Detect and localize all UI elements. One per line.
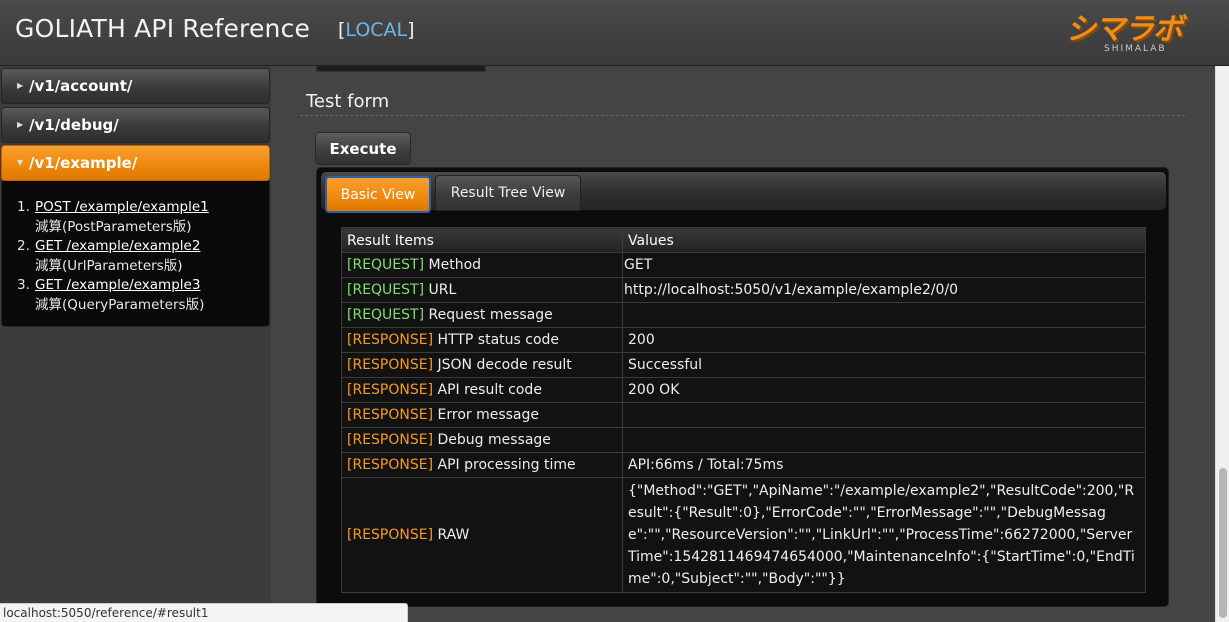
result-value xyxy=(622,302,1146,328)
scrollbar-thumb[interactable] xyxy=(1219,468,1227,618)
tab-basic-view[interactable]: Basic View xyxy=(325,176,431,213)
result-item: [RESPONSE] API processing time xyxy=(341,452,623,478)
result-item: [REQUEST] Method xyxy=(341,252,623,278)
result-item: [RESPONSE] RAW xyxy=(341,477,623,593)
result-panel: Basic View Result Tree View Result Items… xyxy=(316,167,1169,607)
sidebar-item-example[interactable]: ▼ /v1/example/ xyxy=(1,145,270,181)
endpoint-description: 減算(QueryParameters版) xyxy=(35,296,205,313)
table-row: [RESPONSE] API processing time API:66ms … xyxy=(341,452,1146,478)
list-item: 3. GET /example/example3 減算(QueryParamet… xyxy=(17,276,269,315)
example-endpoint-list: 1. POST /example/example1 減算(PostParamet… xyxy=(1,181,270,327)
response-tag: [RESPONSE] xyxy=(347,382,434,398)
result-value xyxy=(622,427,1146,453)
result-value: GET xyxy=(622,252,1146,278)
table-row: [RESPONSE] Error message xyxy=(341,402,1146,428)
chevron-down-icon: ▼ xyxy=(17,158,24,167)
sidebar-item-account[interactable]: ▶ /v1/account/ xyxy=(1,68,270,104)
result-value: API:66ms / Total:75ms xyxy=(622,452,1146,478)
result-value xyxy=(622,402,1146,428)
endpoint-description: 減算(UrlParameters版) xyxy=(35,257,183,274)
logo-mark: シマラボ xyxy=(1066,12,1183,47)
result-item: [RESPONSE] API result code xyxy=(341,377,623,403)
response-tag: [RESPONSE] xyxy=(347,357,434,373)
result-value: 200 OK xyxy=(622,377,1146,403)
table-row: [REQUEST] Method GET xyxy=(341,252,1146,278)
response-tag: [RESPONSE] xyxy=(347,407,434,423)
result-item: [REQUEST] Request message xyxy=(341,302,623,328)
response-tag: [RESPONSE] xyxy=(347,432,434,448)
list-item: 2. GET /example/example2 減算(UrlParameter… xyxy=(17,237,269,276)
chevron-right-icon: ▶ xyxy=(17,81,24,90)
column-header-values: Values xyxy=(622,227,1146,253)
main-content: Test form Execute Basic View Result Tree… xyxy=(271,66,1215,622)
environment-label: [LOCAL] xyxy=(338,19,415,41)
table-row: [RESPONSE] JSON decode result Successful xyxy=(341,352,1146,378)
result-tabs: Basic View Result Tree View xyxy=(321,172,1166,213)
endpoint-link[interactable]: GET /example/example2 xyxy=(35,238,200,254)
endpoint-link[interactable]: POST /example/example1 xyxy=(35,199,209,215)
response-tag: [RESPONSE] xyxy=(347,332,434,348)
table-row: [REQUEST] URL http://localhost:5050/v1/e… xyxy=(341,277,1146,303)
page-title: GOLIATH API Reference xyxy=(15,14,311,43)
sidebar-item-debug[interactable]: ▶ /v1/debug/ xyxy=(1,107,270,143)
result-item: [REQUEST] URL xyxy=(341,277,623,303)
sidebar: ▶ /v1/account/ ▶ /v1/debug/ ▼ /v1/exampl… xyxy=(0,66,271,622)
browser-status-url: localhost:5050/reference/#result1 xyxy=(0,603,408,622)
result-item: [RESPONSE] Debug message xyxy=(341,427,623,453)
result-value: http://localhost:5050/v1/example/example… xyxy=(622,277,1146,303)
table-row: [RESPONSE] HTTP status code 200 xyxy=(341,327,1146,353)
column-header-items: Result Items xyxy=(341,227,623,253)
response-tag: [RESPONSE] xyxy=(347,527,434,543)
page-scrollbar[interactable] xyxy=(1215,66,1229,622)
list-item: 1. POST /example/example1 減算(PostParamet… xyxy=(17,198,269,237)
previous-table-edge xyxy=(316,66,486,72)
result-item: [RESPONSE] JSON decode result xyxy=(341,352,623,378)
request-tag: [REQUEST] xyxy=(347,307,425,323)
table-row: [REQUEST] Request message xyxy=(341,302,1146,328)
result-table: Result Items Values [REQUEST] Method GET… xyxy=(341,227,1146,593)
endpoint-description: 減算(PostParameters版) xyxy=(35,218,192,235)
environment-name: LOCAL xyxy=(345,19,408,41)
table-header-row: Result Items Values xyxy=(341,227,1146,253)
result-item: [RESPONSE] HTTP status code xyxy=(341,327,623,353)
response-tag: [RESPONSE] xyxy=(347,457,434,473)
raw-json-value: {"Method":"GET","ApiName":"/example/exam… xyxy=(622,477,1146,593)
table-row: [RESPONSE] Debug message xyxy=(341,427,1146,453)
result-value: 200 xyxy=(622,327,1146,353)
execute-button[interactable]: Execute xyxy=(315,132,411,165)
logo-subtitle: SHIMALAB xyxy=(1104,44,1167,54)
request-tag: [REQUEST] xyxy=(347,282,425,298)
shimalab-logo[interactable]: シマラボ SHIMALAB xyxy=(1066,4,1222,56)
divider xyxy=(300,115,1185,116)
result-value: Successful xyxy=(622,352,1146,378)
endpoint-link[interactable]: GET /example/example3 xyxy=(35,277,200,293)
request-tag: [REQUEST] xyxy=(347,257,425,273)
tab-result-tree-view[interactable]: Result Tree View xyxy=(435,175,581,211)
chevron-right-icon: ▶ xyxy=(17,120,24,129)
app-header: GOLIATH API Reference [LOCAL] シマラボ SHIMA… xyxy=(0,0,1229,66)
table-row: [RESPONSE] RAW {"Method":"GET","ApiName"… xyxy=(341,477,1146,593)
test-form-title: Test form xyxy=(306,91,390,112)
result-item: [RESPONSE] Error message xyxy=(341,402,623,428)
table-row: [RESPONSE] API result code 200 OK xyxy=(341,377,1146,403)
